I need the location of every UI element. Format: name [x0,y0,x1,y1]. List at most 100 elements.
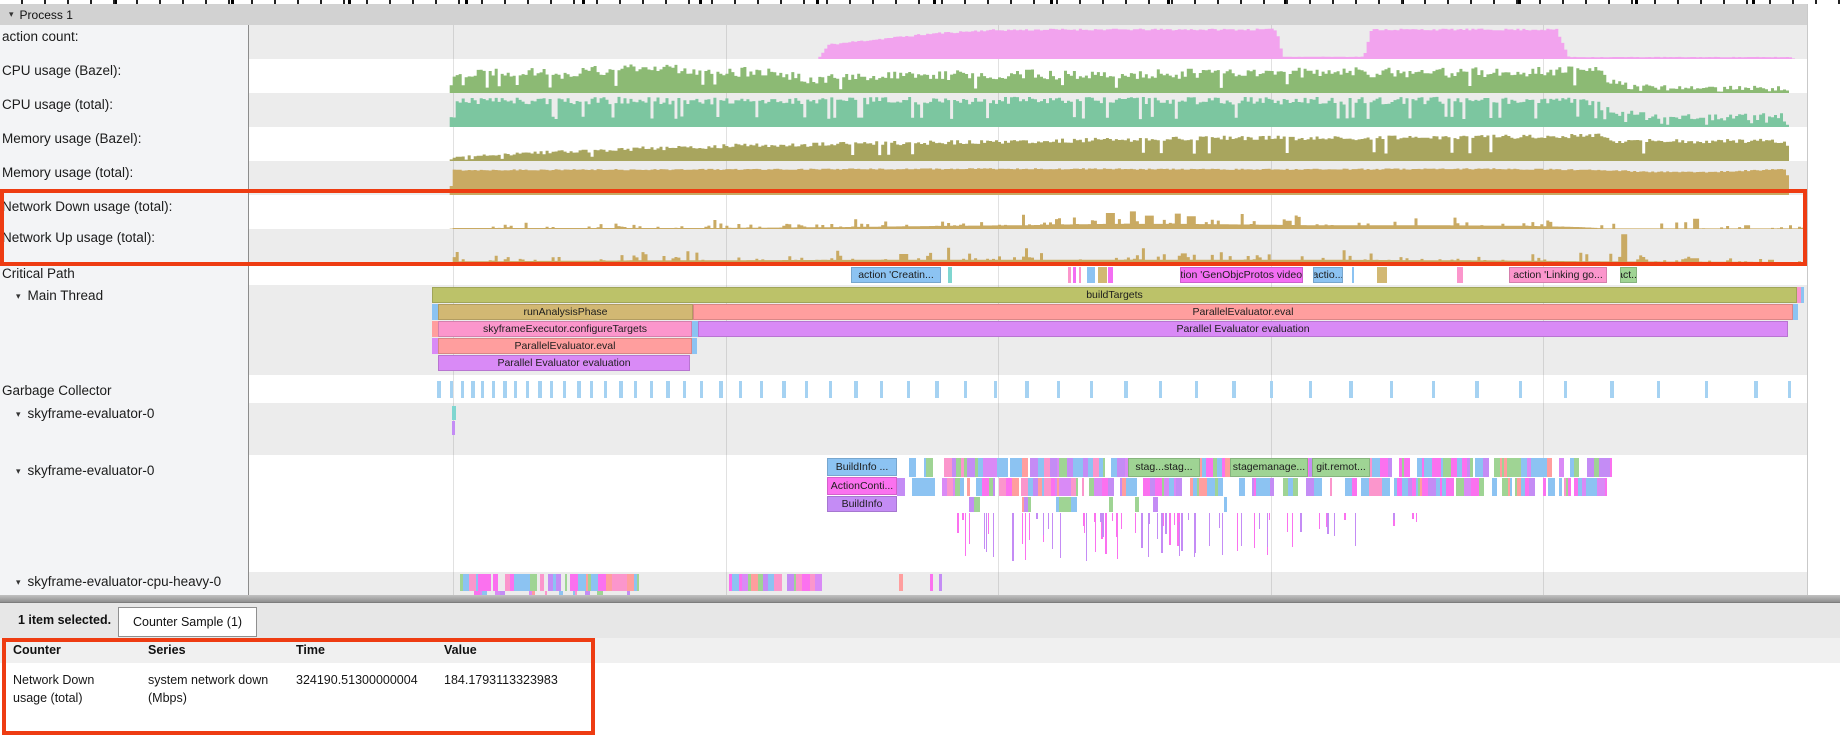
gc-event-tick[interactable] [471,381,475,398]
trace-sliver[interactable] [1050,458,1057,477]
trace-sliver[interactable] [637,574,639,591]
gc-event-tick[interactable] [1349,381,1353,398]
gc-event-tick[interactable] [1432,381,1435,398]
trace-sliver[interactable] [1256,478,1264,496]
trace-sliver[interactable] [1109,497,1113,512]
trace-sliver[interactable] [999,478,1006,496]
evaluator-slice[interactable]: ActionConti... [827,477,897,495]
trace-sliver[interactable] [1021,478,1028,496]
column-header-time[interactable]: Time [283,638,431,663]
trace-sliver[interactable] [1372,458,1380,477]
trace-sliver[interactable] [1443,458,1451,477]
trace-sliver[interactable] [787,574,794,591]
trace-spike[interactable] [1393,513,1395,520]
column-header-counter[interactable]: Counter [0,638,135,663]
trace-sliver[interactable] [575,591,577,595]
main-thread-slice[interactable]: ParallelEvaluator.eval [693,304,1793,320]
counter-chart-network-down-usage-total-[interactable] [249,195,1807,229]
trace-sliver[interactable] [1471,478,1479,496]
trace-spike[interactable] [1012,513,1014,561]
trace-sliver[interactable] [612,574,620,591]
trace-spike[interactable] [1237,513,1238,551]
main-thread-slice[interactable]: ParallelEvaluator.eval [438,338,692,354]
trace-sliver[interactable] [1218,478,1223,496]
gc-event-tick[interactable] [450,381,453,398]
trace-spike[interactable] [1326,513,1327,527]
main-thread-slice[interactable]: runAnalysisPhase [438,304,693,320]
evaluator-slice[interactable] [452,421,455,435]
trace-sliver[interactable] [960,478,964,496]
gc-event-tick[interactable] [577,381,581,398]
trace-sliver[interactable] [565,574,567,591]
critical-path-action-block[interactable] [1098,267,1107,283]
trace-sliver[interactable] [939,574,942,591]
track-label-critical-path[interactable]: Critical Path [2,266,75,281]
trace-spike[interactable] [965,513,966,556]
trace-sliver[interactable] [1568,478,1571,496]
trace-sliver[interactable] [1153,497,1158,512]
trace-sliver[interactable] [1005,458,1008,477]
trace-spike[interactable] [988,513,989,534]
track-label-garbage-collector[interactable]: Garbage Collector [2,383,112,398]
gc-event-tick[interactable] [492,381,495,398]
trace-sliver[interactable] [1176,478,1182,496]
trace-sliver[interactable] [751,574,758,591]
main-thread-slice[interactable]: buildTargets [432,287,1797,303]
main-thread-slice[interactable] [692,338,697,354]
trace-sliver[interactable] [1587,458,1594,477]
main-thread-slice[interactable]: skyframeExecutor.configureTargets [438,321,692,337]
trace-sliver[interactable] [1574,458,1579,477]
track-label-memory-total[interactable]: Memory usage (total): [2,165,133,180]
gc-event-tick[interactable] [538,381,542,398]
trace-sliver[interactable] [1028,497,1031,512]
trace-sliver[interactable] [1044,478,1051,496]
trace-spike[interactable] [1344,513,1346,520]
trace-sliver[interactable] [1012,478,1019,496]
trace-spike[interactable] [1141,513,1143,548]
trace-sliver[interactable] [545,591,547,595]
gc-event-tick[interactable] [1519,381,1522,398]
main-thread-slice[interactable]: Parallel Evaluator evaluation [698,321,1788,337]
trace-spike[interactable] [1219,513,1220,528]
trace-sliver[interactable] [1103,458,1105,477]
gc-event-tick[interactable] [760,381,763,398]
trace-spike[interactable] [1148,513,1149,557]
trace-sliver[interactable] [627,591,630,595]
gc-event-tick[interactable] [550,381,553,398]
trace-spike[interactable] [1048,513,1049,529]
trace-sliver[interactable] [1133,478,1137,496]
trace-sliver[interactable] [1330,478,1332,496]
scrollbar-gutter[interactable] [1807,4,1840,595]
trace-sliver[interactable] [1361,478,1369,496]
collapse-arrow-icon[interactable]: ▾ [16,409,21,420]
gc-event-tick[interactable] [563,381,566,398]
trace-sliver[interactable] [983,458,991,477]
trace-sliver[interactable] [1155,478,1162,496]
evaluator-slice[interactable]: BuildInfo ... [827,458,897,476]
trace-spike[interactable] [957,513,959,533]
critical-path-action-block[interactable] [1079,267,1081,283]
trace-spike[interactable] [1269,513,1270,520]
gc-event-tick[interactable] [805,381,808,398]
trace-sliver[interactable] [982,478,989,496]
trace-spike[interactable] [1094,513,1096,522]
gc-event-tick[interactable] [1788,381,1791,398]
trace-sliver[interactable] [1207,478,1215,496]
trace-spike[interactable] [1195,513,1196,553]
trace-sliver[interactable] [559,591,563,595]
gc-event-tick[interactable] [1195,381,1198,398]
critical-path-action-block[interactable]: action 'GenObjcProtos video/... [1180,267,1303,283]
trace-spike[interactable] [1181,513,1183,551]
gc-event-tick[interactable] [514,381,517,398]
trace-sliver[interactable] [514,574,522,591]
trace-sliver[interactable] [1082,478,1084,496]
critical-path-action-block[interactable] [1377,267,1387,283]
trace-sliver[interactable] [500,591,505,595]
gc-event-tick[interactable] [829,381,832,398]
gc-event-tick[interactable] [503,381,507,398]
counter-chart-action-count[interactable] [249,25,1807,59]
trace-spike[interactable] [1029,513,1030,540]
trace-sliver[interactable] [1610,458,1612,477]
trace-sliver[interactable] [1559,458,1564,477]
evaluator-slice[interactable]: BuildInfo [827,496,897,512]
